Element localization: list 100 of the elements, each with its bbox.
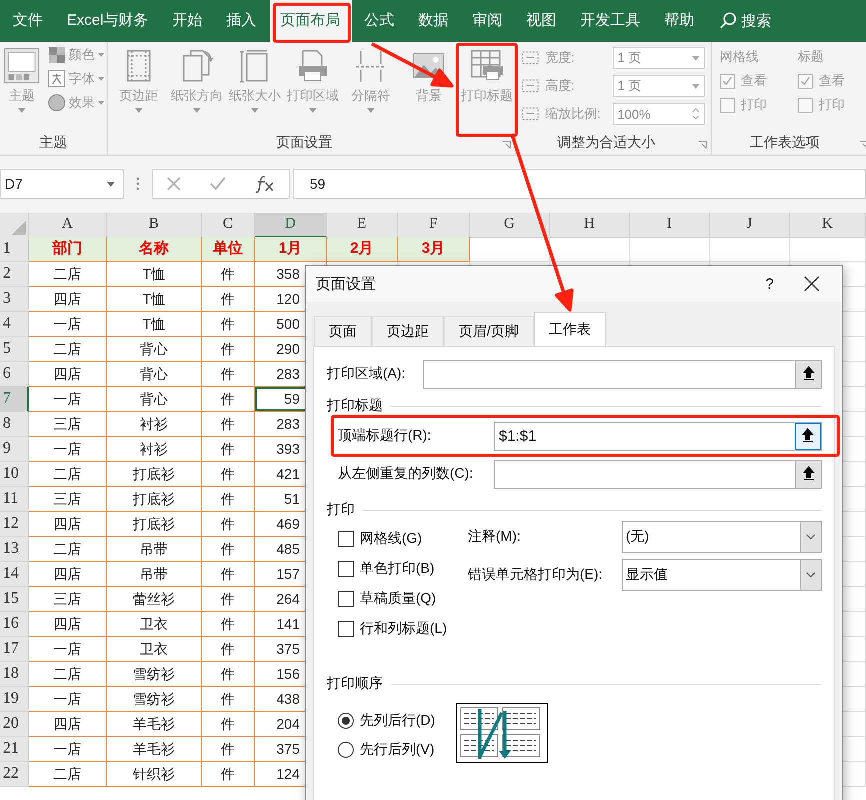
row-header[interactable]: 22 <box>0 762 29 787</box>
row-header[interactable]: 9 <box>0 437 29 462</box>
checkbox[interactable] <box>338 591 354 607</box>
row-header[interactable]: 21 <box>0 737 29 762</box>
dialog-tab[interactable]: 页眉/页脚 <box>444 316 534 346</box>
row-header[interactable]: 3 <box>0 287 29 312</box>
range-field[interactable] <box>494 460 822 488</box>
menu-tab[interactable]: Excel与财务 <box>56 0 160 42</box>
search-button[interactable]: 搜索 <box>720 12 772 30</box>
empty-cell[interactable] <box>630 237 710 262</box>
dialog-launcher-icon[interactable] <box>699 141 707 149</box>
collapse-button[interactable] <box>795 422 821 450</box>
row-header[interactable]: 6 <box>0 362 29 387</box>
checkmark-icon[interactable] <box>210 177 226 191</box>
row-header[interactable]: 11 <box>0 487 29 512</box>
checkbox[interactable] <box>798 74 813 88</box>
row-header[interactable]: 16 <box>0 612 29 637</box>
checkbox[interactable] <box>720 74 735 88</box>
empty-cell[interactable] <box>710 237 790 262</box>
dropdown[interactable]: 显示值 <box>622 559 822 591</box>
spinner-icon <box>692 106 700 122</box>
group-title: 工作表选项 <box>749 133 821 152</box>
row-header[interactable]: 20 <box>0 712 29 737</box>
row-header[interactable]: 4 <box>0 312 29 337</box>
row-header[interactable]: 10 <box>0 462 29 487</box>
row-header[interactable]: 18 <box>0 662 29 687</box>
column-header[interactable]: C <box>202 213 255 238</box>
radio-button[interactable] <box>338 713 354 729</box>
cancel-icon[interactable] <box>167 177 182 191</box>
header-cell: 2月 <box>327 237 398 262</box>
field-label: 从左侧重复的列数(C): <box>338 465 474 483</box>
collapse-button[interactable] <box>795 360 821 388</box>
table-cell: 打底衫 <box>107 512 202 537</box>
row-header[interactable]: 1 <box>0 237 29 262</box>
range-field[interactable]: $1:$1 <box>494 422 822 450</box>
column-header[interactable]: J <box>710 213 790 238</box>
row-header[interactable]: 17 <box>0 637 29 662</box>
column-header[interactable]: H <box>550 213 630 238</box>
collapse-button[interactable] <box>795 460 821 488</box>
row-header[interactable]: 2 <box>0 262 29 287</box>
menu-tab[interactable]: 数据 <box>408 0 460 42</box>
dialog-tab[interactable]: 页面 <box>314 316 372 346</box>
name-box[interactable]: D7 <box>0 169 124 199</box>
column-header[interactable]: F <box>398 213 470 238</box>
checkbox[interactable] <box>338 561 354 577</box>
column-header[interactable]: I <box>630 213 710 238</box>
radio-button[interactable] <box>338 742 354 758</box>
range-field[interactable] <box>423 360 822 388</box>
column-header[interactable]: K <box>790 213 866 238</box>
row-header[interactable]: 8 <box>0 412 29 437</box>
column-header[interactable]: G <box>470 213 550 238</box>
dialog-tab[interactable]: 工作表 <box>534 312 606 346</box>
empty-cell[interactable] <box>790 237 866 262</box>
dialog-launcher-icon[interactable] <box>860 141 866 149</box>
caret-icon <box>98 101 105 105</box>
color-swatch-icon <box>48 46 66 64</box>
dropdown[interactable]: (无) <box>622 521 822 553</box>
column-header[interactable]: B <box>107 213 202 238</box>
menu-tab[interactable]: 帮助 <box>654 0 706 42</box>
menu-tab[interactable]: 公式 <box>354 0 406 42</box>
checkbox[interactable] <box>798 98 813 112</box>
table-cell: 背心 <box>107 362 202 387</box>
formula-input[interactable]: 59 <box>293 169 866 199</box>
caret-icon <box>98 53 105 57</box>
menu-tab[interactable]: 视图 <box>516 0 568 42</box>
checkbox[interactable] <box>338 531 354 547</box>
help-button[interactable]: ? <box>766 276 774 292</box>
checkbox[interactable] <box>338 621 354 637</box>
row-header[interactable]: 5 <box>0 337 29 362</box>
menu-tab[interactable]: 文件 <box>2 0 54 42</box>
column-header[interactable]: A <box>29 213 107 238</box>
table-cell: 背心 <box>107 387 202 412</box>
row-header[interactable]: 14 <box>0 562 29 587</box>
table-cell: 吊带 <box>107 537 202 562</box>
table-cell: 一店 <box>29 637 107 662</box>
table-cell: 四店 <box>29 612 107 637</box>
checkbox-label: 行和列标题(L) <box>360 620 448 638</box>
menu-tab[interactable]: 审阅 <box>462 0 514 42</box>
table-cell: 卫衣 <box>107 612 202 637</box>
column-header[interactable]: E <box>327 213 398 238</box>
table-cell: 一店 <box>29 737 107 762</box>
caret-icon <box>98 77 105 81</box>
table-cell: 件 <box>202 287 255 312</box>
row-header[interactable]: 12 <box>0 512 29 537</box>
row-header[interactable]: 7 <box>0 387 29 412</box>
column-header[interactable]: D <box>255 213 327 238</box>
row-header[interactable]: 19 <box>0 687 29 712</box>
table-cell: 件 <box>202 637 255 662</box>
row-header[interactable]: 15 <box>0 587 29 612</box>
row-header[interactable]: 13 <box>0 537 29 562</box>
dialog-launcher-icon[interactable] <box>503 141 511 149</box>
menu-tab[interactable]: 插入 <box>216 0 268 42</box>
table-cell: T恤 <box>107 262 202 287</box>
function-icon[interactable] <box>254 175 275 193</box>
select-all-icon[interactable] <box>12 221 26 235</box>
checkbox[interactable] <box>720 98 735 112</box>
menu-tab[interactable]: 开发工具 <box>570 0 652 42</box>
menu-tab[interactable]: 开始 <box>162 0 214 42</box>
close-icon[interactable] <box>804 276 820 292</box>
dialog-tab[interactable]: 页边距 <box>372 316 444 346</box>
